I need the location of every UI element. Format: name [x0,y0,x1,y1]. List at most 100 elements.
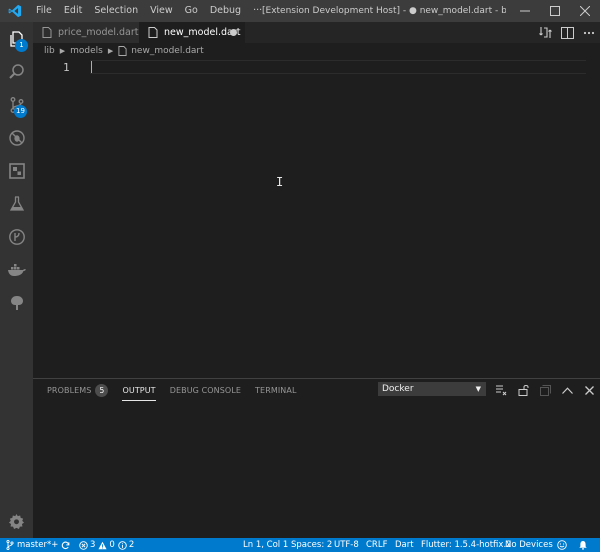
chevron-up-icon [561,386,573,394]
tree-view-button[interactable] [0,286,33,319]
docker-button[interactable] [0,253,33,286]
close-panel-button[interactable] [578,379,600,401]
flask-icon [9,195,24,211]
split-editor-icon [560,26,574,39]
docker-icon [7,263,26,276]
menu-file[interactable]: File [30,0,58,22]
tab-label: new_model.dart [164,27,241,38]
dart-file-icon [148,27,158,38]
current-line-highlight [90,60,586,74]
window-title: [Extension Development Host] - ● new_mod… [262,6,506,16]
open-changes-button[interactable] [534,22,556,43]
branch-name: master*+ [17,540,59,550]
manage-button[interactable] [0,505,33,538]
bottom-panel: PROBLEMS 5 OUTPUT DEBUG CONSOLE TERMINAL… [33,378,600,538]
sync-icon [61,541,70,549]
menu-debug[interactable]: Debug [204,0,247,22]
search-button[interactable] [0,55,33,88]
tab-price-model[interactable]: price_model.dart [33,22,139,43]
window-controls [510,0,600,22]
breadcrumb-lib[interactable]: lib [44,46,55,56]
tab-problems-label: PROBLEMS [47,385,92,395]
git-branch-icon [6,540,14,550]
test-button[interactable] [0,187,33,220]
vscode-logo-icon [0,0,30,22]
more-actions-button[interactable] [578,22,600,43]
minimize-button[interactable] [510,0,540,22]
tab-debug-console[interactable]: DEBUG CONSOLE [170,379,241,401]
chevron-right-icon: ▶ [107,47,114,55]
menu-bar: File Edit Selection View Go Debug ··· [30,0,268,22]
panel-tabs: PROBLEMS 5 OUTPUT DEBUG CONSOLE TERMINAL [47,379,311,401]
clear-list-icon [496,385,507,396]
dart-file-icon [118,46,127,56]
tab-output[interactable]: OUTPUT [122,379,156,401]
gear-icon [8,513,25,529]
panel-actions [490,379,600,401]
status-bar: master*+ 3 0 2 Ln 1, Col 1 Spaces: 2 UTF… [0,538,600,552]
error-icon [79,540,88,550]
sync-button[interactable] [61,538,70,552]
device-selector[interactable]: No Devices [505,538,553,552]
clear-output-button[interactable] [490,379,512,401]
explorer-button[interactable]: 1 [0,22,33,55]
error-count: 3 [90,540,96,550]
end-of-line[interactable]: CRLF [366,538,387,552]
warning-count: 0 [109,540,115,550]
tab-problems[interactable]: PROBLEMS 5 [47,379,109,401]
debug-button[interactable] [0,121,33,154]
maximize-panel-button[interactable] [534,379,556,401]
editor-actions [534,22,600,43]
info-icon [118,540,127,550]
encoding[interactable]: UTF-8 [334,538,359,552]
menu-selection[interactable]: Selection [88,0,144,22]
output-channel-select[interactable]: Docker ▼ [378,382,486,396]
warning-icon [98,541,107,549]
breadcrumb-models[interactable]: models [70,46,103,56]
close-icon [584,385,594,395]
source-control-button[interactable]: 19 [0,88,33,121]
tab-label: price_model.dart [58,27,139,38]
gitlens-button[interactable] [0,220,33,253]
gitlens-icon [8,228,25,245]
dart-file-icon [42,27,52,38]
notifications-button[interactable] [578,538,588,552]
smiley-icon [557,540,567,550]
search-icon [8,63,24,79]
collapse-panel-button[interactable] [556,379,578,401]
feedback-button[interactable] [557,538,567,552]
breadcrumb-file[interactable]: new_model.dart [131,46,203,56]
ellipsis-icon [583,31,595,34]
flutter-version[interactable]: Flutter: 1.5.4-hotfix.2 [421,538,512,552]
menu-view[interactable]: View [144,0,179,22]
problems-indicator[interactable]: 3 0 2 [79,538,134,552]
extensions-icon [8,162,25,179]
split-editor-button[interactable] [556,22,578,43]
maximize-button[interactable] [540,0,570,22]
explorer-badge: 1 [15,39,28,52]
problems-count-badge: 5 [95,383,109,397]
text-cursor [91,61,92,73]
tab-terminal[interactable]: TERMINAL [255,379,296,401]
lock-scroll-button[interactable] [512,379,534,401]
branch-indicator[interactable]: master*+ [6,538,58,552]
tab-new-model[interactable]: new_model.dart [139,22,245,43]
title-bar: File Edit Selection View Go Debug ··· [E… [0,0,600,22]
indentation[interactable]: Spaces: 2 [291,538,332,552]
info-count: 2 [128,540,135,550]
editor-tabs: price_model.dart new_model.dart [33,22,600,43]
close-window-button[interactable] [570,0,600,22]
tree-icon [10,295,23,310]
ibeam-cursor-icon: I [276,175,284,189]
menu-go[interactable]: Go [179,0,204,22]
code-editor[interactable]: 1 I [33,59,600,378]
unsaved-indicator[interactable] [230,29,237,36]
extensions-button[interactable] [0,154,33,187]
output-channel-value: Docker [382,384,414,394]
lock-icon [518,385,528,396]
language-mode[interactable]: Dart [395,538,414,552]
dropdown-caret-icon: ▼ [475,385,481,393]
menu-edit[interactable]: Edit [58,0,88,22]
cursor-position[interactable]: Ln 1, Col 1 [243,538,288,552]
activity-bar: 1 19 [0,22,33,538]
